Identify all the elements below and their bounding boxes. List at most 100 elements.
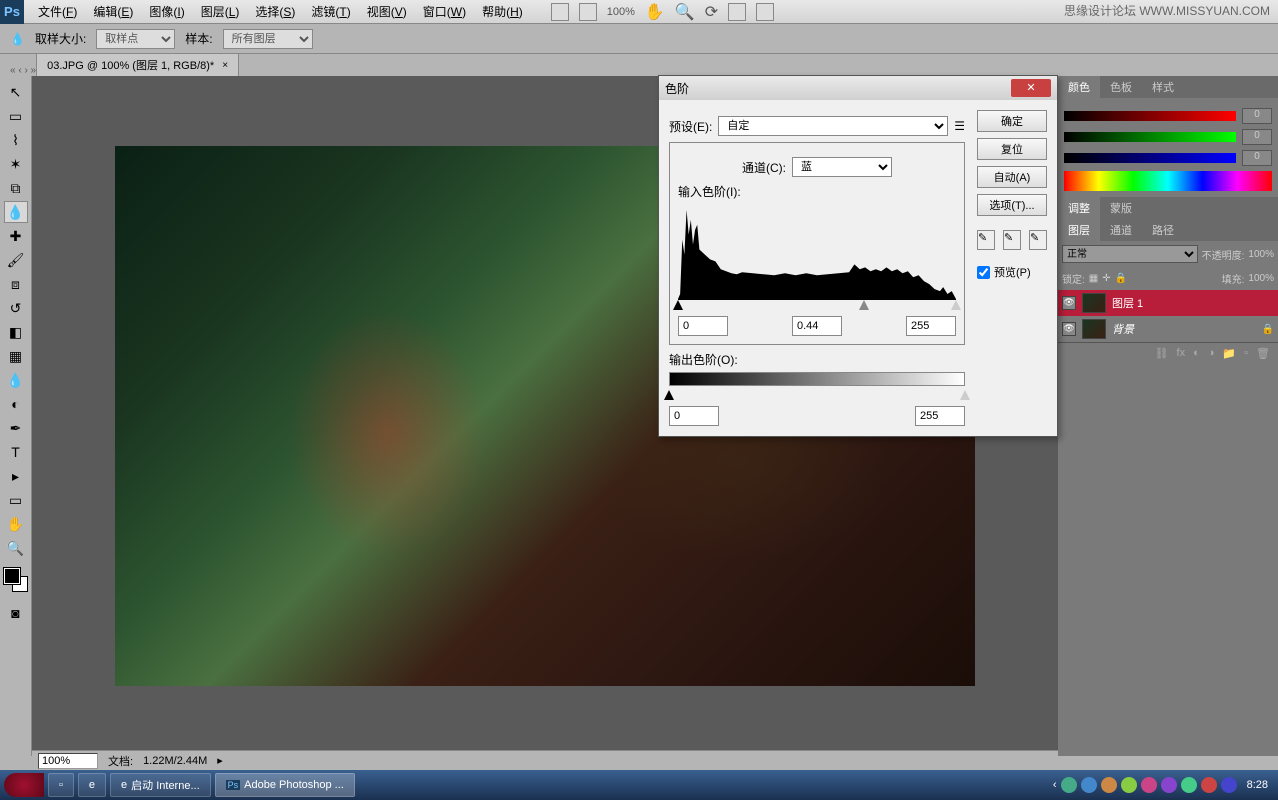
- mask-icon[interactable]: ◐: [1193, 347, 1200, 360]
- tray-icon[interactable]: [1201, 777, 1217, 793]
- lasso-tool[interactable]: ⌇: [4, 129, 28, 151]
- layer-thumbnail[interactable]: [1082, 293, 1106, 313]
- menu-s[interactable]: 选择(S): [247, 3, 303, 20]
- type-tool[interactable]: T: [4, 441, 28, 463]
- eyedropper-tool[interactable]: 💧: [4, 201, 28, 223]
- path-select-tool[interactable]: ▸: [4, 465, 28, 487]
- stamp-tool[interactable]: ⧈: [4, 273, 28, 295]
- tab-layers[interactable]: 图层: [1058, 219, 1100, 241]
- tab-color[interactable]: 颜色: [1058, 76, 1100, 98]
- preview-checkbox-input[interactable]: [977, 266, 990, 279]
- quicklaunch-desktop-icon[interactable]: ▫: [48, 773, 74, 797]
- menu-i[interactable]: 图像(I): [141, 3, 192, 20]
- quickmask-tool[interactable]: ◙: [4, 602, 28, 624]
- preset-menu-icon[interactable]: ☰: [954, 119, 965, 133]
- close-icon[interactable]: ×: [222, 60, 228, 71]
- ok-button[interactable]: 确定: [977, 110, 1047, 132]
- zoom-icon[interactable]: 🔍: [675, 2, 695, 22]
- gradient-tool[interactable]: ▦: [4, 345, 28, 367]
- red-value[interactable]: 0: [1242, 108, 1272, 124]
- tray-icon[interactable]: [1141, 777, 1157, 793]
- brush-tool[interactable]: 🖌: [4, 249, 28, 271]
- layer-thumbnail[interactable]: [1082, 319, 1106, 339]
- dodge-tool[interactable]: ◐: [4, 393, 28, 415]
- red-slider[interactable]: [1064, 111, 1236, 121]
- healing-tool[interactable]: ✚: [4, 225, 28, 247]
- new-layer-icon[interactable]: ▫: [1244, 347, 1248, 360]
- visibility-icon[interactable]: 👁: [1062, 322, 1076, 336]
- tab-nav-arrows[interactable]: « ‹ › »: [10, 65, 36, 76]
- menu-t[interactable]: 滤镜(T): [303, 3, 358, 20]
- proof-icon[interactable]: [579, 3, 597, 21]
- pen-tool[interactable]: ✒: [4, 417, 28, 439]
- close-button[interactable]: ✕: [1011, 79, 1051, 97]
- tray-expand-icon[interactable]: ‹: [1053, 779, 1057, 791]
- hand-icon[interactable]: ✋: [645, 2, 665, 22]
- chevron-right-icon[interactable]: ▸: [217, 754, 223, 767]
- white-point-slider[interactable]: [951, 300, 961, 310]
- color-swatches[interactable]: [4, 568, 28, 592]
- tray-icon[interactable]: [1061, 777, 1077, 793]
- marquee-tool[interactable]: ▭: [4, 105, 28, 127]
- taskbar-item[interactable]: e启动 Interne...: [110, 773, 211, 797]
- tab-styles[interactable]: 样式: [1142, 76, 1184, 98]
- visibility-icon[interactable]: 👁: [1062, 296, 1076, 310]
- preview-checkbox[interactable]: 预览(P): [977, 264, 1047, 280]
- move-tool[interactable]: ↖: [4, 81, 28, 103]
- zoom-input[interactable]: 100%: [38, 753, 98, 769]
- clock[interactable]: 8:28: [1241, 779, 1274, 791]
- auto-button[interactable]: 自动(A): [977, 166, 1047, 188]
- start-button[interactable]: [4, 773, 44, 797]
- zoom-level[interactable]: 100%: [607, 6, 635, 18]
- blue-slider[interactable]: [1064, 153, 1236, 163]
- menu-w[interactable]: 窗口(W): [415, 3, 474, 20]
- color-spectrum[interactable]: [1064, 171, 1272, 191]
- zoom-tool[interactable]: 🔍: [4, 537, 28, 559]
- document-tab[interactable]: 03.JPG @ 100% (图层 1, RGB/8)* ×: [36, 53, 239, 76]
- shape-tool[interactable]: ▭: [4, 489, 28, 511]
- output-gradient[interactable]: [669, 372, 965, 386]
- input-sliders[interactable]: [678, 300, 956, 312]
- cancel-button[interactable]: 复位: [977, 138, 1047, 160]
- blur-tool[interactable]: 💧: [4, 369, 28, 391]
- layer-name[interactable]: 背景: [1112, 321, 1134, 337]
- history-brush-tool[interactable]: ↺: [4, 297, 28, 319]
- input-gamma-field[interactable]: [792, 316, 842, 336]
- sample-size-select[interactable]: 取样点: [96, 29, 175, 49]
- foreground-color-swatch[interactable]: [4, 568, 20, 584]
- menu-f[interactable]: 文件(F): [30, 3, 85, 20]
- black-point-slider[interactable]: [673, 300, 683, 310]
- group-icon[interactable]: 📁: [1222, 347, 1236, 360]
- crop-tool[interactable]: ⧉: [4, 177, 28, 199]
- output-white-slider[interactable]: [960, 390, 970, 400]
- lock-position-icon[interactable]: ✛: [1102, 273, 1110, 284]
- magic-wand-tool[interactable]: ✶: [4, 153, 28, 175]
- fx-icon[interactable]: fx: [1177, 347, 1186, 360]
- menu-l[interactable]: 图层(L): [193, 3, 248, 20]
- preset-select[interactable]: 自定: [718, 116, 948, 136]
- tray-icon[interactable]: [1101, 777, 1117, 793]
- output-white-field[interactable]: [915, 406, 965, 426]
- sample-select[interactable]: 所有图层: [223, 29, 313, 49]
- quicklaunch-ie-icon[interactable]: e: [78, 773, 106, 797]
- tab-channels[interactable]: 通道: [1100, 219, 1142, 241]
- gray-eyedropper-icon[interactable]: ✎: [1003, 230, 1021, 250]
- tab-swatches[interactable]: 色板: [1100, 76, 1142, 98]
- tab-mask[interactable]: 蒙版: [1100, 197, 1142, 219]
- gamma-slider[interactable]: [859, 300, 869, 310]
- input-black-field[interactable]: [678, 316, 728, 336]
- dialog-titlebar[interactable]: 色阶 ✕: [659, 76, 1057, 100]
- adjustment-icon[interactable]: ◑: [1208, 347, 1215, 360]
- arrange-icon[interactable]: [728, 3, 746, 21]
- menu-e[interactable]: 编辑(E): [85, 3, 141, 20]
- tray-icon[interactable]: [1121, 777, 1137, 793]
- green-value[interactable]: 0: [1242, 129, 1272, 145]
- blue-value[interactable]: 0: [1242, 150, 1272, 166]
- output-black-slider[interactable]: [664, 390, 674, 400]
- taskbar-item[interactable]: PsAdobe Photoshop ...: [215, 773, 355, 797]
- eraser-tool[interactable]: ◧: [4, 321, 28, 343]
- hand-tool[interactable]: ✋: [4, 513, 28, 535]
- lock-all-icon[interactable]: 🔒: [1115, 273, 1127, 284]
- tray-icon[interactable]: [1221, 777, 1237, 793]
- tray-icon[interactable]: [1161, 777, 1177, 793]
